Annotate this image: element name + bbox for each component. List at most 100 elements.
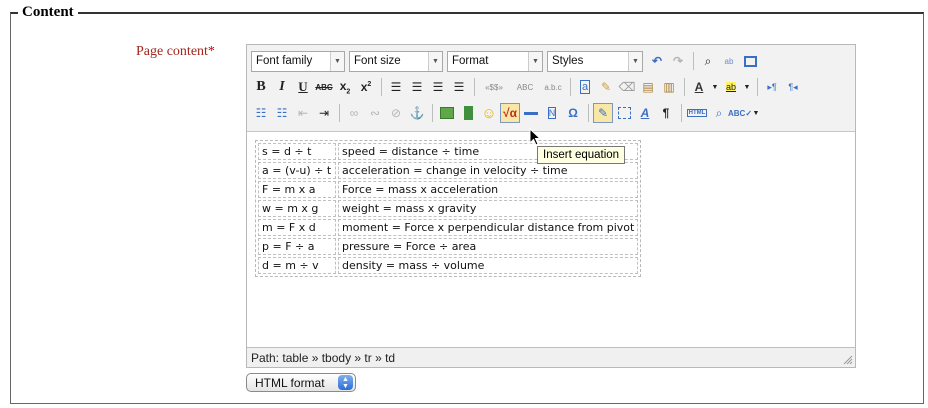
chevron-down-icon: ▼ [628, 51, 642, 71]
insert-emoticon-button[interactable]: ☺ [479, 103, 499, 123]
numbered-list-icon: ☷ [276, 106, 288, 120]
undo-button[interactable]: ↶ [647, 51, 667, 71]
equation-cell[interactable]: s = d ÷ t [258, 143, 336, 160]
font-family-select[interactable]: Font family ▼ [251, 50, 345, 72]
description-cell[interactable]: pressure = Force ÷ area [338, 238, 639, 255]
equation-cell[interactable]: m = F x d [258, 219, 336, 236]
redo-button[interactable]: ↷ [668, 51, 688, 71]
table-row: w = m x g weight = mass x gravity [258, 200, 639, 217]
smiley-icon: ☺ [481, 104, 497, 122]
select-all-button[interactable]: a [575, 77, 595, 97]
visual-aid-button[interactable]: ✎ [593, 103, 613, 123]
fieldset-legend: Content [18, 4, 78, 21]
horizontal-rule-button[interactable] [521, 103, 541, 123]
equation-cell[interactable]: p = F ÷ a [258, 238, 336, 255]
element-path: Path: table » tbody » tr » td [251, 351, 396, 365]
bold-button[interactable]: B [251, 77, 271, 97]
ltr-button[interactable]: ▸¶ [762, 77, 782, 97]
equation-cell[interactable]: d = m ÷ v [258, 257, 336, 274]
find-replace-icon: ab [724, 56, 734, 66]
strikethrough-button[interactable]: ABC [314, 77, 334, 97]
spellcheck-button[interactable]: ABC✓ [727, 103, 753, 123]
eraser-button[interactable]: ⌫ [617, 77, 637, 97]
paste-text-button[interactable]: ▤ [638, 77, 658, 97]
table-icon [617, 107, 631, 119]
insert-image-button[interactable] [437, 103, 457, 123]
horizontal-rule-icon [524, 111, 538, 115]
highlight-color-dropdown[interactable]: ▼ [742, 77, 752, 97]
table-row: p = F ÷ a pressure = Force ÷ area [258, 238, 639, 255]
rtl-button[interactable]: ¶◂ [783, 77, 803, 97]
quote-format-icon: «$$» [485, 82, 503, 92]
styles-select[interactable]: Styles ▼ [547, 50, 643, 72]
text-color-button[interactable]: A [689, 77, 709, 97]
preview-button[interactable]: ⌕ [709, 103, 729, 123]
insert-equation-button[interactable]: √α [500, 103, 520, 123]
cleanup-abc-button[interactable]: ABC [510, 77, 540, 97]
insert-nonbreaking-button[interactable]: N [542, 103, 562, 123]
unlink-button[interactable]: ∾ [365, 103, 385, 123]
replace-button[interactable]: ab [719, 51, 739, 71]
link-button[interactable]: ∞ [344, 103, 364, 123]
text-color-dropdown[interactable]: ▼ [710, 77, 720, 97]
description-cell[interactable]: moment = Force x perpendicular distance … [338, 219, 639, 236]
toolbar-separator [681, 104, 682, 122]
abc-small-button[interactable]: a.b.c [541, 77, 565, 97]
cleanup-button[interactable]: ✎ [596, 77, 616, 97]
description-cell[interactable]: acceleration = change in velocity ÷ time [338, 162, 639, 179]
editor-content-area[interactable]: s = d ÷ t speed = distance ÷ time a = (v-u… [247, 128, 855, 347]
insert-media-button[interactable] [458, 103, 478, 123]
spellcheck-icon: ABC✓ [727, 108, 753, 118]
subscript-icon: x2 [339, 78, 351, 96]
table-button[interactable] [614, 103, 634, 123]
description-cell[interactable]: Force = mass x acceleration [338, 181, 639, 198]
fullscreen-button[interactable] [740, 51, 760, 71]
media-icon [463, 106, 473, 120]
description-cell[interactable]: density = mass ÷ volume [338, 257, 639, 274]
numbered-list-button[interactable]: ☷ [272, 103, 292, 123]
outdent-button[interactable]: ⇤ [293, 103, 313, 123]
justify-icon: ☰ [453, 80, 465, 94]
justify-button[interactable]: ☰ [449, 77, 469, 97]
chevron-down-icon: ▼ [428, 51, 442, 71]
text-format-select[interactable]: HTML format ▲ ▼ [246, 373, 356, 392]
spellcheck-dropdown[interactable]: ▼ [751, 103, 761, 123]
equation-cell[interactable]: w = m x g [258, 200, 336, 217]
anchor-button[interactable]: ⚓ [407, 103, 427, 123]
undo-icon: ↶ [651, 54, 663, 68]
align-center-button[interactable]: ☰ [407, 77, 427, 97]
align-center-icon: ☰ [411, 80, 423, 94]
italic-button[interactable]: I [272, 77, 292, 97]
cleanup-quote-button[interactable]: «$$» [479, 77, 509, 97]
equation-cell[interactable]: F = m x a [258, 181, 336, 198]
highlight-color-icon: ab [725, 82, 736, 92]
highlight-color-button[interactable]: ab [721, 77, 741, 97]
resize-grip-icon[interactable] [843, 355, 853, 365]
format-select[interactable]: Format ▼ [447, 50, 543, 72]
toolbar-separator [693, 52, 694, 70]
font-size-select[interactable]: Font size ▼ [349, 50, 443, 72]
indent-button[interactable]: ⇥ [314, 103, 334, 123]
superscript-button[interactable]: x2 [356, 77, 376, 97]
bullet-list-icon: ☷ [255, 106, 267, 120]
ltr-icon: ▸¶ [767, 81, 777, 92]
equation-cell[interactable]: a = (v-u) ÷ t [258, 162, 336, 179]
paste-word-button[interactable]: ▥ [659, 77, 679, 97]
page-content-label: Page content* [136, 44, 215, 60]
nolink-button[interactable]: ⊘ [386, 103, 406, 123]
show-blocks-button[interactable]: ¶ [656, 103, 676, 123]
spellcheck-lang-button[interactable]: A [635, 103, 655, 123]
fullscreen-icon [743, 55, 757, 67]
omega-icon: Ω [568, 106, 578, 120]
subscript-button[interactable]: x2 [335, 77, 355, 97]
description-cell[interactable]: weight = mass x gravity [338, 200, 639, 217]
format-label: Format [452, 55, 489, 67]
special-char-button[interactable]: Ω [563, 103, 583, 123]
align-right-button[interactable]: ☰ [428, 77, 448, 97]
html-source-button[interactable]: HTML [686, 103, 708, 123]
toolbar-separator [381, 78, 382, 96]
align-left-button[interactable]: ☰ [386, 77, 406, 97]
find-button[interactable]: ⌕ [698, 51, 718, 71]
bullet-list-button[interactable]: ☷ [251, 103, 271, 123]
underline-button[interactable]: U [293, 77, 313, 97]
